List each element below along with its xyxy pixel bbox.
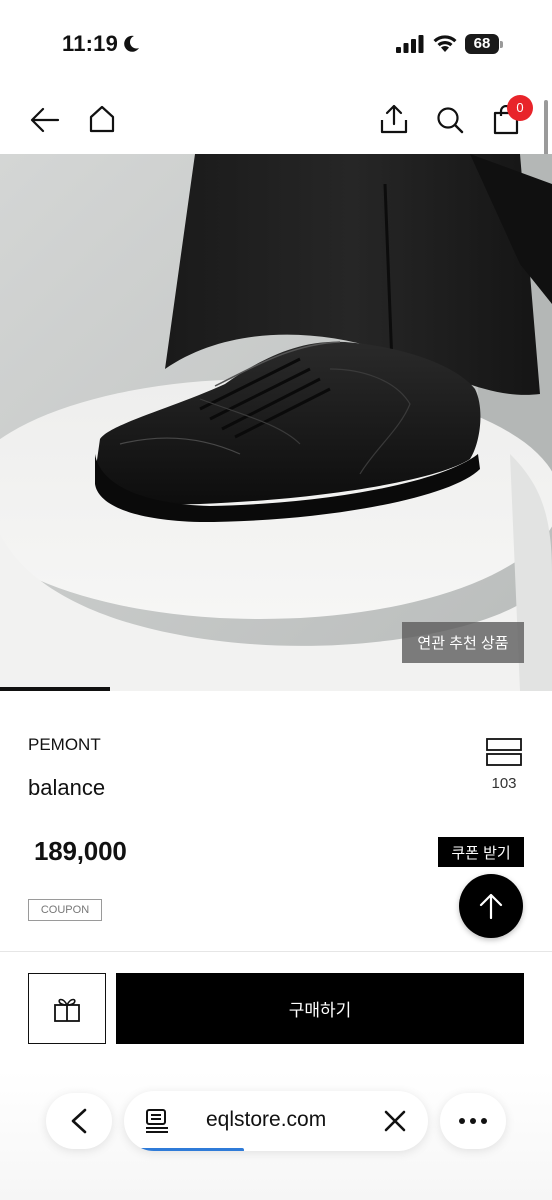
related-products-button[interactable]: 연관 추천 상품	[402, 622, 524, 663]
image-progress-track	[0, 687, 552, 691]
close-icon[interactable]	[382, 1108, 408, 1134]
chevron-left-icon	[71, 1108, 87, 1134]
browser-more-button[interactable]	[440, 1093, 506, 1149]
product-name: balance	[28, 775, 106, 800]
buy-button[interactable]: 구매하기	[116, 973, 524, 1044]
search-icon	[437, 107, 464, 134]
cart-count-badge: 0	[507, 95, 533, 121]
back-button[interactable]	[25, 100, 65, 140]
battery-indicator: 68	[465, 34, 503, 54]
more-icon	[459, 1118, 487, 1124]
url-text: eqlstore.com	[206, 1108, 327, 1131]
browser-back-button[interactable]	[46, 1093, 112, 1149]
share-button[interactable]	[374, 99, 414, 139]
address-bar[interactable]: eqlstore.com	[124, 1091, 428, 1151]
bookmark-icon	[486, 738, 522, 766]
home-button[interactable]	[82, 99, 122, 139]
divider	[0, 951, 552, 952]
image-progress-fill	[0, 687, 111, 691]
status-time: 11:19	[62, 31, 119, 56]
product-price: 189,000	[34, 836, 127, 866]
coupon-tag: COUPON	[28, 899, 102, 921]
product-photo	[0, 154, 552, 691]
like-button[interactable]: 103	[480, 735, 528, 795]
moon-icon	[124, 35, 139, 52]
wifi-icon	[433, 35, 457, 52]
status-bar: 11:19 68	[0, 0, 552, 84]
get-coupon-button[interactable]: 쿠폰 받기	[438, 837, 524, 867]
scroll-indicator	[544, 100, 548, 156]
like-count: 103	[491, 775, 517, 792]
gift-icon	[54, 998, 80, 1022]
battery-level: 68	[465, 34, 499, 54]
brand-name[interactable]: PEMONT	[28, 735, 101, 755]
search-button[interactable]	[430, 100, 470, 140]
scroll-top-button[interactable]	[459, 874, 523, 938]
reader-icon[interactable]	[144, 1108, 170, 1134]
page-load-progress	[136, 1148, 244, 1151]
share-icon	[380, 104, 408, 134]
top-nav	[0, 92, 552, 152]
battery-cap	[500, 41, 503, 48]
gift-button[interactable]	[28, 973, 106, 1044]
signal-icon	[396, 35, 424, 53]
home-icon	[89, 105, 115, 133]
arrow-up-icon	[479, 893, 503, 919]
arrow-left-icon	[30, 107, 60, 133]
product-image[interactable]	[0, 154, 552, 691]
